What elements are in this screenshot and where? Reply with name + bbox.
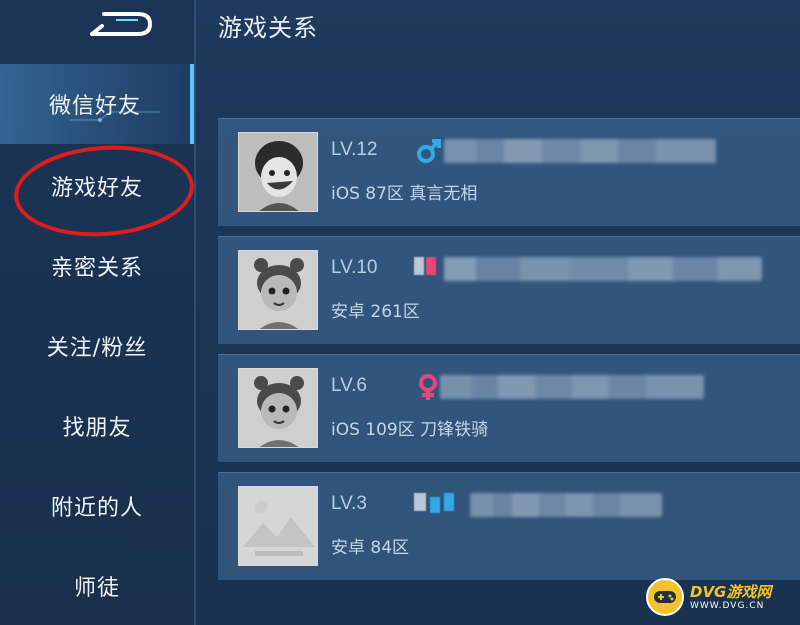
back-arrow-icon[interactable] [86,6,158,40]
gamepad-logo-icon [646,578,684,616]
friend-row[interactable]: LV.10 安卓 261区 [218,236,800,344]
watermark-url: WWW.DVG.CN [690,601,765,611]
friend-row[interactable]: LV.3 安卓 84区 [218,472,800,580]
sidebar-item-label: 找朋友 [62,416,132,441]
sidebar: 微信好友 游戏好友 亲密关系 关注/粉丝 找朋友 附近的人 师徒 [0,0,197,625]
sidebar-item-nearby-people[interactable]: 附近的人 [0,466,194,546]
avatar[interactable] [238,368,318,448]
watermark-brand: DVG游戏网 [690,583,772,601]
default-placeholder-avatar-icon [239,487,317,565]
server-label: 安卓 84区 [331,538,410,558]
cartoon-girl-avatar-icon [239,369,317,447]
badge-icon [414,493,454,513]
sidebar-item-wechat-friends[interactable]: 微信好友 [0,64,194,144]
badge-icon [414,257,436,275]
cartoon-boy-avatar-icon [239,133,317,211]
friend-list: LV.12 iOS 87区 真言无相 LV.10 安卓 261区 LV.6 iO… [218,118,800,618]
blurred-nickname [444,139,716,163]
sidebar-item-label: 亲密关系 [50,256,143,281]
sidebar-item-find-friends[interactable]: 找朋友 [0,386,194,466]
server-label: iOS 87区 真言无相 [331,184,478,204]
friend-row[interactable]: LV.6 iOS 109区 刀锋铁骑 [218,354,800,462]
blurred-nickname [470,493,662,517]
level-label: LV.10 [331,257,378,278]
blurred-nickname [440,375,704,399]
female-icon [419,374,437,400]
level-label: LV.3 [331,493,367,514]
sidebar-item-label: 关注/粉丝 [46,336,148,361]
cartoon-girl-avatar-icon [239,251,317,329]
sidebar-item-mentor[interactable]: 师徒 [0,546,194,625]
watermark: DVG游戏网 WWW.DVG.CN [646,574,796,620]
level-label: LV.6 [331,375,367,396]
male-icon [417,139,441,163]
avatar[interactable] [238,132,318,212]
blurred-nickname [444,257,762,281]
server-label: 安卓 261区 [331,302,420,322]
server-label: iOS 109区 刀锋铁骑 [331,420,489,440]
avatar[interactable] [238,486,318,566]
level-label: LV.12 [331,139,378,160]
sidebar-item-label: 附近的人 [50,496,143,521]
sidebar-item-follow-fans[interactable]: 关注/粉丝 [0,306,194,386]
circuit-decoration-icon [70,111,160,122]
sidebar-item-intimate-relations[interactable]: 亲密关系 [0,226,194,306]
sidebar-item-label: 师徒 [73,576,120,601]
page-title: 游戏关系 [218,14,318,42]
avatar[interactable] [238,250,318,330]
friend-row[interactable]: LV.12 iOS 87区 真言无相 [218,118,800,226]
